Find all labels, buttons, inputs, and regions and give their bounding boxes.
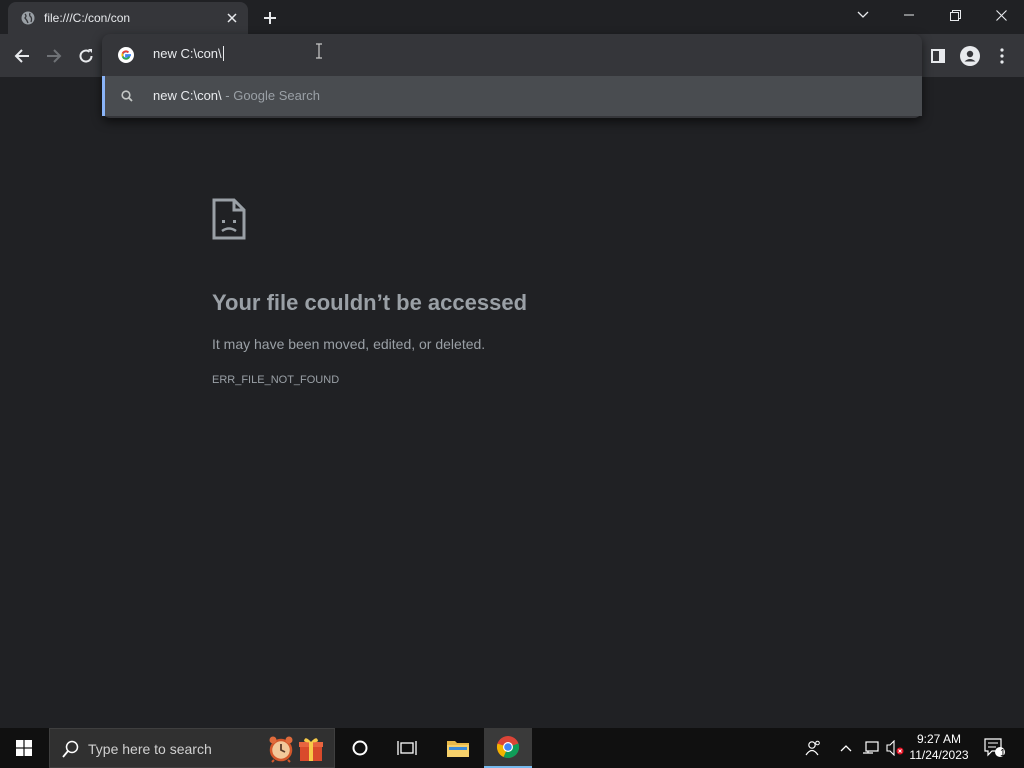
search-icon	[121, 89, 133, 107]
google-logo-icon	[118, 47, 134, 63]
alarm-clock-icon	[268, 735, 294, 768]
title-bar: file:///C:/con/con	[0, 0, 1024, 34]
error-title: Your file couldn’t be accessed	[212, 290, 528, 315]
profile-icon[interactable]	[956, 42, 984, 70]
back-icon[interactable]	[8, 42, 36, 70]
reload-icon[interactable]	[72, 42, 100, 70]
suggestion-query: new C:\con\	[153, 88, 222, 103]
taskbar: Type here to search 9:27 AM 11/24/2023 1	[0, 728, 1024, 768]
cortana-icon[interactable]	[337, 728, 383, 768]
error-message: It may have been moved, edited, or delet…	[212, 336, 486, 352]
windows-logo-icon	[16, 740, 32, 756]
omnibox[interactable]: new C:\con\	[102, 34, 922, 76]
search-icon	[62, 740, 80, 763]
tab-title: file:///C:/con/con	[44, 11, 131, 25]
close-tab-icon[interactable]	[222, 8, 242, 28]
omnibox-popup: new C:\con\ new C:\con\ - Google Search	[102, 34, 922, 118]
close-window-icon[interactable]	[978, 0, 1024, 30]
sad-file-icon	[212, 198, 246, 245]
task-view-icon[interactable]	[384, 728, 430, 768]
omnibox-input[interactable]: new C:\con\	[153, 46, 224, 61]
text-cursor-icon	[315, 43, 323, 64]
clock-time: 9:27 AM	[916, 732, 962, 746]
clock-date: 11/24/2023	[909, 748, 969, 762]
forward-icon[interactable]	[40, 42, 68, 70]
gift-icon	[298, 736, 324, 767]
file-explorer-icon[interactable]	[435, 728, 481, 768]
windows-start-button[interactable]	[0, 728, 48, 768]
error-code: ERR_FILE_NOT_FOUND	[212, 374, 340, 386]
chevron-up-icon[interactable]	[836, 728, 856, 768]
restore-icon[interactable]	[932, 0, 978, 30]
network-icon[interactable]	[860, 728, 882, 768]
tab-search-icon[interactable]	[840, 0, 886, 30]
notification-count: 1	[1000, 748, 1006, 759]
search-placeholder: Type here to search	[88, 741, 212, 757]
action-center-icon[interactable]: 1	[980, 728, 1010, 768]
chrome-taskbar-icon[interactable]	[484, 728, 532, 768]
minimize-icon[interactable]	[886, 0, 932, 30]
suggestion-provider: - Google Search	[221, 88, 320, 103]
side-panel-icon[interactable]	[924, 42, 952, 70]
menu-kebab-icon[interactable]	[988, 42, 1016, 70]
system-clock[interactable]: 9:27 AM 11/24/2023	[906, 731, 972, 763]
volume-muted-icon[interactable]	[884, 728, 906, 768]
new-tab-button[interactable]	[258, 6, 282, 30]
people-icon[interactable]	[798, 728, 826, 768]
globe-icon	[20, 10, 36, 26]
browser-tab[interactable]: file:///C:/con/con	[8, 2, 248, 34]
omnibox-suggestion[interactable]: new C:\con\ - Google Search	[102, 76, 922, 116]
text-caret	[222, 46, 224, 61]
taskbar-search-box[interactable]: Type here to search	[49, 728, 335, 768]
